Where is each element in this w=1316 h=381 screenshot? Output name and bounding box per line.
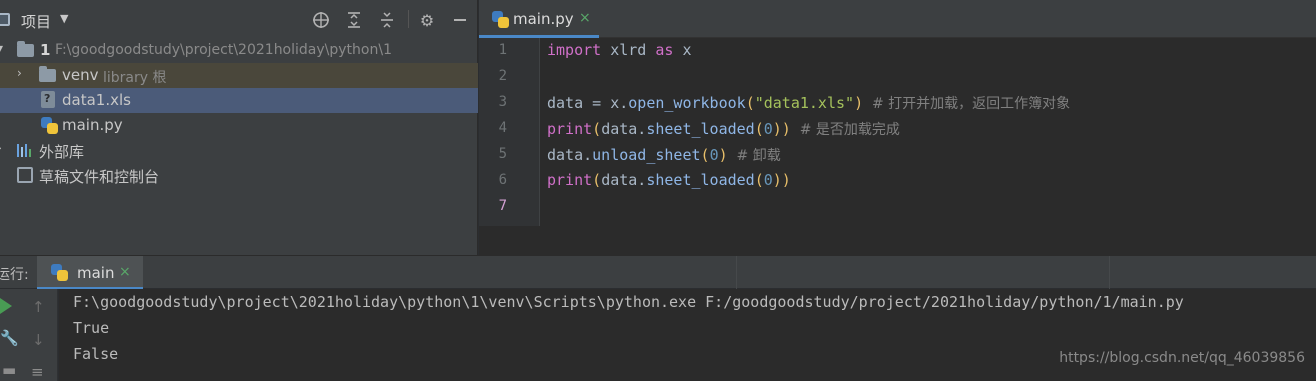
run-toolbar-secondary: ↑ ↓ ≡ <box>22 289 58 381</box>
run-toolbar: 🔧 ▬ <box>0 289 22 381</box>
editor-empty-area <box>479 226 1316 255</box>
file-name: data1.xls <box>62 91 131 109</box>
run-tool-window-bar: 运行: main × <box>0 255 1316 289</box>
venv-name: venv <box>62 66 99 84</box>
file-name: main.py <box>62 116 123 134</box>
console-line: F:\goodgoodstudy\project\2021holiday\pyt… <box>73 293 1184 311</box>
library-icon <box>17 143 35 157</box>
chevron-right-icon[interactable]: › <box>0 141 2 155</box>
run-tab-main[interactable]: main × <box>37 256 143 289</box>
code-line-1[interactable]: import xlrd as x <box>547 41 692 59</box>
venv-suffix: library 根 <box>103 70 167 86</box>
editor-tab-bar: main.py × <box>479 0 1316 38</box>
code-line-3[interactable]: data = x.open_workbook("data1.xls") # 打开… <box>547 93 1070 113</box>
gear-icon[interactable]: ⚙ <box>416 9 438 31</box>
python-file-icon <box>41 117 58 134</box>
run-tab-label: main <box>77 264 115 282</box>
tree-item-root[interactable]: ▾ 1 F:\goodgoodstudy\project\2021holiday… <box>0 38 478 63</box>
root-folder-path: F:\goodgoodstudy\project\2021holiday\pyt… <box>55 42 392 58</box>
header-divider <box>408 10 409 28</box>
line-number: 1 <box>498 42 507 58</box>
wrench-icon[interactable]: 🔧 <box>0 329 19 347</box>
tree-item-venv[interactable]: › venv library 根 <box>0 63 478 88</box>
divider <box>736 256 737 289</box>
project-title[interactable]: 项目 <box>21 11 51 32</box>
chevron-down-icon[interactable]: ▼ <box>60 12 68 25</box>
divider <box>1109 256 1110 289</box>
project-panel: 项目 ▼ ⚙ ▾ 1 F:\goodgoodstudy\project\2021… <box>0 0 478 255</box>
locate-icon[interactable] <box>310 9 332 31</box>
code-line-6[interactable]: print(data.sheet_loaded(0)) <box>547 171 791 189</box>
scratches-icon <box>17 167 33 183</box>
tab-main-py[interactable]: main.py × <box>479 0 599 38</box>
line-number: 5 <box>498 146 507 162</box>
line-number: 3 <box>498 94 507 110</box>
python-file-icon <box>492 11 509 28</box>
tree-item-scratches[interactable]: 草稿文件和控制台 <box>0 163 478 188</box>
tree-item-data1-xls[interactable]: data1.xls <box>0 88 478 113</box>
line-number-current: 7 <box>498 198 507 214</box>
folder-icon <box>17 41 34 57</box>
code-line-5[interactable]: data.unload_sheet(0) # 卸载 <box>547 145 781 165</box>
folder-icon <box>39 66 56 82</box>
tree-item-external-libraries[interactable]: › 外部库 <box>0 138 478 163</box>
collapse-all-icon[interactable] <box>376 9 398 31</box>
python-file-icon <box>51 264 68 281</box>
watermark: https://blog.csdn.net/qq_46039856 <box>1059 350 1305 366</box>
close-icon[interactable]: × <box>579 10 591 26</box>
external-libraries-label: 外部库 <box>39 143 85 161</box>
line-number: 2 <box>498 68 507 84</box>
pin-icon[interactable]: ▬ <box>2 361 16 379</box>
run-label: 运行: <box>0 267 29 283</box>
chevron-right-icon[interactable]: › <box>17 66 22 80</box>
line-number: 6 <box>498 172 507 188</box>
code-editor[interactable]: import xlrd as x data = x.open_workbook(… <box>540 38 1316 226</box>
root-folder-name: 1 <box>40 41 51 59</box>
project-header: 项目 ▼ ⚙ <box>0 0 478 38</box>
console-line: True <box>73 319 110 337</box>
chevron-down-icon[interactable]: ▾ <box>0 41 3 55</box>
arrow-down-icon[interactable]: ↓ <box>32 331 45 349</box>
arrow-up-icon[interactable]: ↑ <box>32 298 45 316</box>
expand-all-icon[interactable] <box>343 9 365 31</box>
rerun-icon[interactable] <box>0 298 12 314</box>
scratches-label: 草稿文件和控制台 <box>39 168 160 186</box>
tab-label: main.py <box>513 10 574 28</box>
code-line-4[interactable]: print(data.sheet_loaded(0)) # 是否加载完成 <box>547 119 900 139</box>
soft-wrap-icon[interactable]: ≡ <box>31 363 44 381</box>
line-number: 4 <box>498 120 507 136</box>
minimize-icon[interactable] <box>449 9 471 31</box>
project-panel-icon[interactable] <box>0 13 10 26</box>
tree-item-main-py[interactable]: main.py <box>0 113 478 138</box>
console-line: False <box>73 345 119 363</box>
close-icon[interactable]: × <box>119 264 131 280</box>
console-output[interactable]: F:\goodgoodstudy\project\2021holiday\pyt… <box>59 289 1316 381</box>
unknown-file-icon <box>41 91 55 108</box>
line-number-gutter: 1 2 3 4 5 6 7 <box>479 38 540 226</box>
